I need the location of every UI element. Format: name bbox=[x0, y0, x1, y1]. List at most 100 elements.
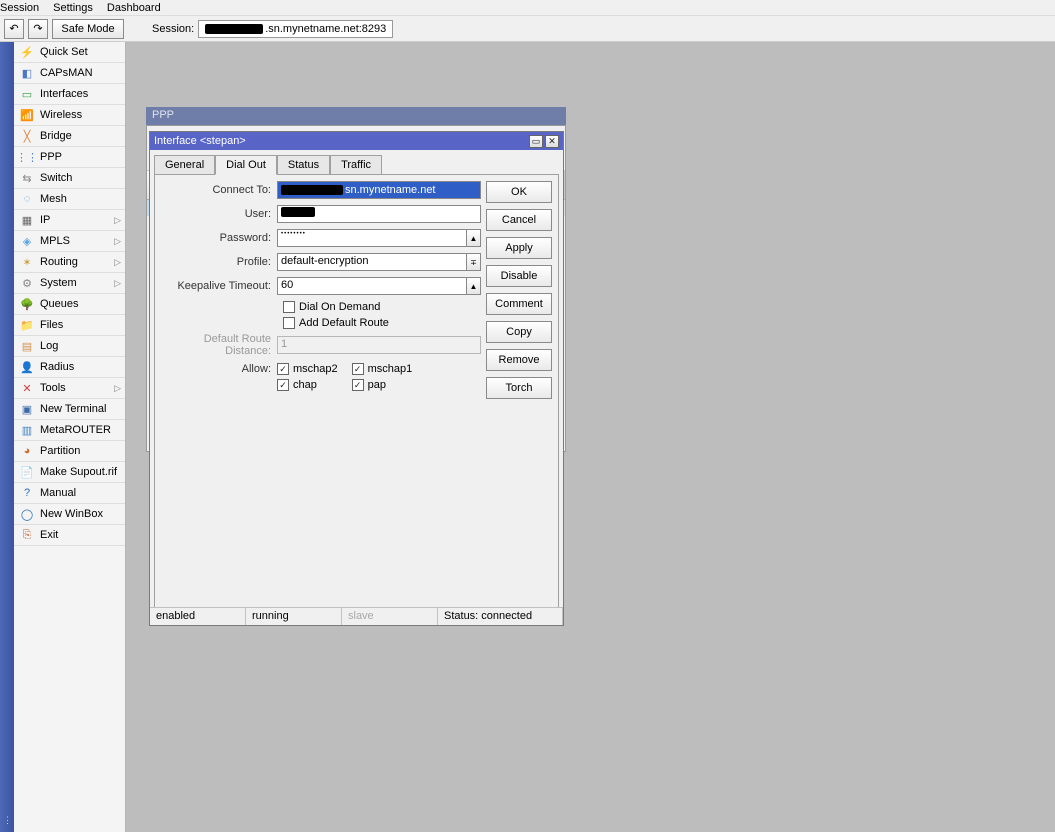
status-slave: slave bbox=[342, 608, 438, 625]
sidebar-item-ppp[interactable]: ⋮⋮PPP bbox=[14, 147, 125, 168]
allow-mschap1-checkbox[interactable]: ✓mschap1 bbox=[352, 363, 413, 375]
torch-button[interactable]: Torch bbox=[486, 377, 552, 399]
sidebar-icon: ⇆ bbox=[20, 171, 34, 185]
sidebar-item-mpls[interactable]: ◈MPLS▷ bbox=[14, 231, 125, 252]
keepalive-spin-icon[interactable]: ▲ bbox=[467, 277, 481, 295]
sidebar-item-new-terminal[interactable]: ▣New Terminal bbox=[14, 399, 125, 420]
sidebar-item-routing[interactable]: ✶Routing▷ bbox=[14, 252, 125, 273]
status-connected: Status: connected bbox=[438, 608, 563, 625]
status-running: running bbox=[246, 608, 342, 625]
remove-button[interactable]: Remove bbox=[486, 349, 552, 371]
sidebar-item-make-supout-rif[interactable]: 📄Make Supout.rif bbox=[14, 462, 125, 483]
sidebar-label: Make Supout.rif bbox=[40, 466, 117, 478]
sidebar-icon: ◧ bbox=[20, 66, 34, 80]
sidebar-item-files[interactable]: 📁Files bbox=[14, 315, 125, 336]
dropdown-icon[interactable]: ∓ bbox=[467, 253, 481, 271]
sidebar-item-interfaces[interactable]: ▭Interfaces bbox=[14, 84, 125, 105]
sidebar-item-quick-set[interactable]: ⚡ Quick Set bbox=[14, 42, 125, 63]
sidebar-label: Bridge bbox=[40, 130, 72, 142]
sidebar-label: Log bbox=[40, 340, 58, 352]
sidebar-item-radius[interactable]: 👤Radius bbox=[14, 357, 125, 378]
tab-general[interactable]: General bbox=[154, 155, 215, 175]
sidebar-item-ip[interactable]: ▦IP▷ bbox=[14, 210, 125, 231]
sidebar-icon: 📶 bbox=[20, 108, 34, 122]
sidebar-label: Quick Set bbox=[40, 46, 88, 58]
sidebar: ⚡ Quick Set ◧ CAPsMAN ▭Interfaces 📶 Wireless ╳B… bbox=[14, 42, 126, 832]
sidebar-label: Mesh bbox=[40, 193, 67, 205]
sidebar-icon: 👤 bbox=[20, 360, 34, 374]
sidebar-item-partition[interactable]: ◕Partition bbox=[14, 441, 125, 462]
allow-mschap2-checkbox[interactable]: ✓mschap2 bbox=[277, 363, 338, 375]
minimize-icon[interactable]: ▭ bbox=[529, 135, 543, 148]
allow-label: Allow: bbox=[161, 363, 277, 375]
dial-on-demand-checkbox[interactable]: Dial On Demand bbox=[283, 301, 380, 313]
sidebar-item-tools[interactable]: ✕Tools▷ bbox=[14, 378, 125, 399]
sidebar-icon: ⚡ bbox=[20, 45, 34, 59]
sidebar-label: Switch bbox=[40, 172, 72, 184]
sidebar-icon: ? bbox=[20, 486, 34, 500]
interface-dialog-title[interactable]: Interface <stepan> ▭ ✕ bbox=[150, 132, 563, 150]
dialog-title-text: Interface <stepan> bbox=[154, 135, 246, 147]
keepalive-input[interactable]: 60 bbox=[277, 277, 467, 295]
cancel-button[interactable]: Cancel bbox=[486, 209, 552, 231]
interface-dialog: Interface <stepan> ▭ ✕ General Dial Out … bbox=[149, 131, 564, 626]
sidebar-item-log[interactable]: ▤Log bbox=[14, 336, 125, 357]
connect-to-label: Connect To: bbox=[161, 184, 277, 196]
redo-button[interactable]: ↷ bbox=[28, 19, 48, 39]
sidebar-item-switch[interactable]: ⇆ Switch bbox=[14, 168, 125, 189]
sidebar-label: Interfaces bbox=[40, 88, 88, 100]
allow-chap-checkbox[interactable]: ✓chap bbox=[277, 379, 338, 391]
tab-dial-out[interactable]: Dial Out bbox=[215, 155, 277, 175]
comment-button[interactable]: Comment bbox=[486, 293, 552, 315]
password-hide-icon[interactable]: ▲ bbox=[467, 229, 481, 247]
connect-to-input[interactable]: sn.mynetname.net bbox=[277, 181, 481, 199]
sidebar-icon: ◕ bbox=[20, 444, 34, 458]
tab-traffic[interactable]: Traffic bbox=[330, 155, 382, 175]
ppp-window-title: PPP bbox=[146, 107, 566, 125]
ok-button[interactable]: OK bbox=[486, 181, 552, 203]
sidebar-item-wireless[interactable]: 📶 Wireless bbox=[14, 105, 125, 126]
sidebar-icon: ✕ bbox=[20, 381, 34, 395]
sidebar-label: Exit bbox=[40, 529, 58, 541]
sidebar-icon: ◈ bbox=[20, 234, 34, 248]
sidebar-icon: ◯ bbox=[20, 507, 34, 521]
sidebar-item-system[interactable]: ⚙System▷ bbox=[14, 273, 125, 294]
password-input[interactable]: •••••••• bbox=[277, 229, 467, 247]
sidebar-item-new-winbox[interactable]: ◯New WinBox bbox=[14, 504, 125, 525]
tab-status[interactable]: Status bbox=[277, 155, 330, 175]
sidebar-item-capsman[interactable]: ◧ CAPsMAN bbox=[14, 63, 125, 84]
sidebar-item-metarouter[interactable]: ▥MetaROUTER bbox=[14, 420, 125, 441]
sidebar-item-manual[interactable]: ?Manual bbox=[14, 483, 125, 504]
sidebar-item-queues[interactable]: 🌳Queues bbox=[14, 294, 125, 315]
disable-button[interactable]: Disable bbox=[486, 265, 552, 287]
sidebar-icon: ▦ bbox=[20, 213, 34, 227]
user-input[interactable] bbox=[277, 205, 481, 223]
allow-pap-checkbox[interactable]: ✓pap bbox=[352, 379, 413, 391]
add-default-route-checkbox[interactable]: Add Default Route bbox=[283, 317, 389, 329]
sidebar-item-mesh[interactable]: ◌Mesh bbox=[14, 189, 125, 210]
copy-button[interactable]: Copy bbox=[486, 321, 552, 343]
sidebar-icon: ▥ bbox=[20, 423, 34, 437]
close-icon[interactable]: ✕ bbox=[545, 135, 559, 148]
sidebar-item-bridge[interactable]: ╳Bridge bbox=[14, 126, 125, 147]
sidebar-label: Wireless bbox=[40, 109, 82, 121]
undo-button[interactable]: ↶ bbox=[4, 19, 24, 39]
sidebar-label: PPP bbox=[40, 151, 62, 163]
menu-dashboard[interactable]: Dashboard bbox=[107, 2, 161, 14]
apply-button[interactable]: Apply bbox=[486, 237, 552, 259]
sidebar-label: Queues bbox=[40, 298, 79, 310]
menu-settings[interactable]: Settings bbox=[53, 2, 93, 14]
toolbar: ↶ ↷ Safe Mode Session: .sn.mynetname.net… bbox=[0, 16, 1055, 42]
sidebar-label: MPLS bbox=[40, 235, 70, 247]
sidebar-label: CAPsMAN bbox=[40, 67, 93, 79]
submenu-arrow-icon: ▷ bbox=[114, 278, 121, 289]
session-host: .sn.mynetname.net:8293 bbox=[265, 23, 386, 35]
sidebar-label: Tools bbox=[40, 382, 66, 394]
menu-session[interactable]: Session bbox=[0, 2, 39, 14]
keepalive-label: Keepalive Timeout: bbox=[161, 280, 277, 292]
sidebar-item-exit[interactable]: ⎘Exit bbox=[14, 525, 125, 546]
profile-select[interactable]: default-encryption bbox=[277, 253, 467, 271]
submenu-arrow-icon: ▷ bbox=[114, 215, 121, 226]
default-route-distance-label: Default Route Distance: bbox=[161, 333, 277, 357]
safe-mode-button[interactable]: Safe Mode bbox=[52, 19, 124, 39]
